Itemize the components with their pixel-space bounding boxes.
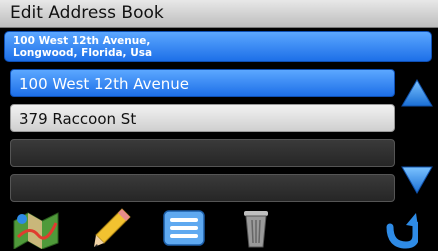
list-item[interactable] [10, 174, 395, 202]
address-list: 100 West 12th Avenue 379 Raccoon St [10, 69, 395, 209]
map-route-icon[interactable] [12, 207, 62, 249]
trash-can-icon[interactable] [240, 207, 272, 249]
list-item-label: 379 Raccoon St [19, 110, 137, 128]
details-list-icon[interactable] [162, 207, 208, 249]
list-item[interactable] [10, 139, 395, 167]
selected-address-display: 100 West 12th Avenue, Longwood, Florida,… [4, 31, 432, 62]
list-item[interactable]: 379 Raccoon St [10, 104, 395, 132]
scroll-down-icon[interactable] [400, 165, 434, 195]
list-item[interactable]: 100 West 12th Avenue [10, 69, 395, 97]
address-line-1: 100 West 12th Avenue, [13, 35, 151, 47]
pencil-icon[interactable] [92, 207, 132, 249]
list-item-label: 100 West 12th Avenue [19, 75, 190, 93]
address-line-2: Longwood, Florida, Usa [13, 47, 153, 59]
title-bar: Edit Address Book [0, 0, 438, 28]
page-title: Edit Address Book [10, 3, 164, 23]
scroll-up-icon[interactable] [400, 78, 434, 108]
back-arrow-icon[interactable] [384, 207, 418, 249]
